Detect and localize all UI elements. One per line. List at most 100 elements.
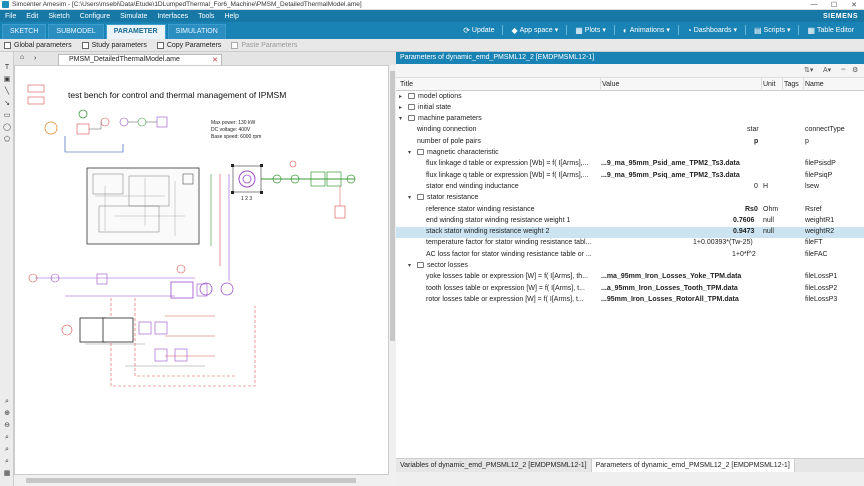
table-row[interactable]: end winding stator winding resistance we… — [396, 215, 864, 226]
font-size-icon[interactable]: A▾ — [823, 66, 831, 74]
menu-file[interactable]: File — [0, 13, 21, 20]
zoom-in-icon[interactable]: ⊕ — [3, 410, 11, 418]
table-row[interactable]: rotor losses table or expression [W] = f… — [396, 294, 864, 305]
sketch-tab-bar: ⌂ › PMSM_DetailedThermalModel.ame ✕ — [14, 52, 396, 65]
menu-tools[interactable]: Tools — [193, 13, 219, 20]
table-row[interactable]: AC loss factor for stator winding resist… — [396, 249, 864, 260]
folder-icon — [408, 103, 415, 110]
folder-icon — [417, 262, 424, 268]
global-parameters-button[interactable]: Global parameters — [0, 41, 78, 49]
table-row[interactable]: number of pole pairs p p — [396, 136, 864, 147]
table-row-selected[interactable]: stack stator winding resistance weight 2… — [396, 226, 864, 238]
table-row[interactable]: ▾ sector losses — [396, 261, 864, 272]
minimize-button[interactable]: — — [804, 1, 824, 9]
tab-variables[interactable]: Variables of dynamic_emd_PMSML12_2 [EMDP… — [396, 459, 592, 472]
scripts-button[interactable]: ▤ Scripts ▾ — [748, 26, 796, 35]
grid-toggle-icon[interactable]: ▦ — [3, 470, 11, 478]
close-button[interactable]: ✕ — [844, 1, 864, 9]
collapse-arrow-icon[interactable]: ▾ — [408, 194, 411, 201]
zoom-out-icon[interactable]: ⊖ — [3, 422, 11, 430]
zoom-fit-icon[interactable]: ⌕ — [3, 434, 11, 442]
line-tool-icon[interactable]: ╲ — [3, 88, 11, 96]
table-row[interactable]: flux linkage d table or expression [Wb] … — [396, 159, 864, 170]
menu-simulate[interactable]: Simulate — [115, 13, 152, 20]
collapse-arrow-icon[interactable]: ▾ — [399, 115, 402, 122]
zoom-region-icon[interactable]: ⌕ — [3, 446, 11, 454]
table-row[interactable]: ▸ model options — [396, 91, 864, 102]
system-diagram: test bench for control and thermal manag… — [27, 84, 356, 387]
close-tab-icon[interactable]: ✕ — [212, 56, 218, 64]
zoom-reset-icon[interactable]: ⌕ — [3, 458, 11, 466]
update-button[interactable]: ⟳ Update — [457, 26, 500, 35]
tab-submodel[interactable]: SUBMODEL — [48, 24, 104, 39]
collapse-arrow-icon[interactable]: ▾ — [408, 149, 411, 156]
plots-icon: ▦ — [575, 25, 583, 35]
table-row[interactable]: tooth losses table or expression [W] = f… — [396, 283, 864, 294]
plots-button[interactable]: ▦ Plots ▾ — [569, 26, 612, 35]
app-space-icon: ◆ — [511, 25, 518, 35]
grid-icon — [81, 41, 89, 49]
folder-icon — [417, 194, 424, 201]
col-title[interactable]: Title — [400, 81, 413, 88]
ellipse-tool-icon[interactable]: ◯ — [3, 124, 11, 132]
collapse-arrow-icon[interactable]: ▾ — [408, 262, 411, 269]
copy-parameters-button[interactable]: Copy Parameters — [153, 41, 227, 49]
table-row[interactable]: ▸ initial state — [396, 102, 864, 113]
zoom-search-icon[interactable]: ⌕ — [3, 398, 11, 406]
tab-parameters[interactable]: Parameters of dynamic_emd_PMSML12_2 [EMD… — [591, 459, 795, 472]
status-bar — [396, 472, 864, 486]
settings-icon[interactable]: ⚙ — [852, 66, 858, 74]
table-editor-button[interactable]: ▦ Table Editor — [801, 26, 860, 35]
menu-interfaces[interactable]: Interfaces — [152, 13, 193, 20]
dashboards-button[interactable]: ◔ Dashboards ▾ — [681, 26, 743, 35]
table-row[interactable]: ▾ stator resistance — [396, 193, 864, 204]
update-icon: ⟳ — [463, 25, 470, 35]
sketch-canvas[interactable]: test bench for control and thermal manag… — [14, 65, 389, 475]
table-row[interactable]: yoke losses table or expression [W] = f(… — [396, 272, 864, 283]
sketch-vertical-scrollbar[interactable] — [389, 65, 396, 475]
text-tool-icon[interactable]: T — [3, 64, 11, 72]
rectangle-tool-icon[interactable]: ▭ — [3, 112, 11, 120]
table-row[interactable]: ▾ magnetic characteristic — [396, 148, 864, 159]
polygon-tool-icon[interactable]: ⬠ — [3, 136, 11, 144]
tab-simulation[interactable]: SIMULATION — [167, 24, 226, 39]
tab-sketch-file[interactable]: PMSM_DetailedThermalModel.ame ✕ — [58, 54, 222, 65]
folder-icon — [417, 149, 424, 155]
col-unit[interactable]: Unit — [763, 81, 775, 88]
menu-help[interactable]: Help — [219, 13, 243, 20]
study-parameters-button[interactable]: Study parameters — [78, 41, 153, 49]
maximize-button[interactable]: ☐ — [824, 1, 844, 9]
expand-arrow-icon[interactable]: ▸ — [399, 104, 402, 111]
paste-icon — [231, 41, 239, 49]
sort-icon[interactable]: ⇅▾ — [804, 66, 813, 74]
table-header: Title Value Unit Tags Name — [396, 78, 864, 91]
table-row[interactable]: winding connection star connectType — [396, 125, 864, 136]
parameters-panel-title: Parameters of dynamic_emd_PMSML12_2 [EMD… — [396, 52, 864, 64]
app-space-button[interactable]: ◆ App space ▾ — [505, 26, 564, 35]
tab-parameter[interactable]: PARAMETER — [105, 24, 166, 39]
home-icon[interactable]: ⌂ — [20, 54, 24, 61]
expand-arrow-icon[interactable]: ▸ — [399, 93, 402, 100]
table-row[interactable]: temperature factor for stator winding re… — [396, 238, 864, 249]
menu-edit[interactable]: Edit — [21, 13, 43, 20]
menu-configure[interactable]: Configure — [75, 13, 115, 20]
app-icon — [2, 1, 9, 8]
expand-icon[interactable]: ⇔ — [840, 66, 847, 73]
animations-button[interactable]: ◐ Animations ▾ — [617, 26, 676, 35]
col-name[interactable]: Name — [805, 81, 824, 88]
tab-sketch[interactable]: SKETCH — [2, 24, 47, 39]
arrow-tool-icon[interactable]: ↘ — [3, 100, 11, 108]
chevron-right-icon[interactable]: › — [34, 55, 36, 62]
col-value[interactable]: Value — [602, 81, 619, 88]
menu-sketch[interactable]: Sketch — [43, 13, 74, 20]
table-row[interactable]: flux linkage q table or expression [Wb] … — [396, 170, 864, 181]
dashboards-icon: ◔ — [686, 25, 692, 35]
table-row[interactable]: stator end winding inductance 0 H lsew — [396, 181, 864, 192]
image-tool-icon[interactable]: ▣ — [3, 76, 11, 84]
table-row[interactable]: ▾ machine parameters — [396, 114, 864, 125]
table-row[interactable]: reference stator winding resistance Rs0 … — [396, 204, 864, 215]
paste-parameters-button[interactable]: Paste Parameters — [227, 41, 303, 49]
sketch-horizontal-scrollbar[interactable] — [14, 475, 396, 486]
spec-base-speed: Base speed: 6000 rpm — [211, 134, 261, 140]
col-tags[interactable]: Tags — [784, 81, 799, 88]
